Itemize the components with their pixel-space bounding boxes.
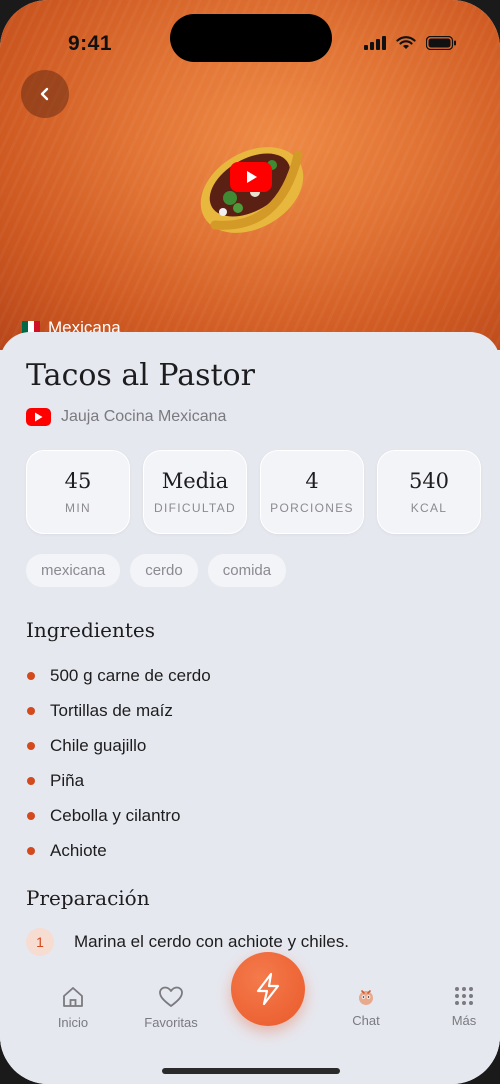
bullet-dot — [27, 811, 35, 820]
stat-value: 45 — [64, 469, 92, 493]
ingredients-list: 500 g carne de cerdo Tortillas de maíz C… — [26, 658, 211, 868]
stat-label: PORCIONES — [270, 501, 354, 515]
bullet-dot — [27, 741, 35, 750]
tag-chip[interactable]: mexicana — [26, 554, 121, 587]
stat-calories: 540 KCAL — [377, 450, 481, 534]
ingredient-item: Chile guajillo — [26, 728, 211, 763]
play-icon — [247, 171, 257, 183]
ingredient-text: 500 g carne de cerdo — [50, 665, 211, 685]
ingredient-item: Piña — [26, 763, 211, 798]
ingredient-text: Chile guajillo — [50, 735, 147, 755]
ingredient-text: Piña — [50, 770, 85, 790]
phone-screen: 9:41 Mexicana Tacos al Pastor Jauja Coci… — [0, 0, 500, 1084]
channel-name: Jauja Cocina Mexicana — [61, 408, 227, 425]
wifi-icon — [396, 36, 416, 49]
back-button[interactable] — [21, 70, 69, 118]
stat-time: 45 MIN — [26, 450, 130, 534]
preparation-heading: Preparación — [26, 886, 150, 910]
ingredients-heading: Ingredientes — [26, 618, 156, 642]
recipe-stats: 45 MIN Media DIFICULTAD 4 PORCIONES 540 … — [26, 450, 481, 534]
tab-label: Favoritas — [144, 1015, 198, 1030]
stat-difficulty: Media DIFICULTAD — [143, 450, 247, 534]
ingredient-item: Tortillas de maíz — [26, 693, 211, 728]
status-time: 9:41 — [68, 32, 113, 55]
heart-icon — [159, 986, 183, 1007]
stat-value: 540 — [408, 469, 450, 493]
stat-label: DIFICULTAD — [154, 501, 236, 515]
tab-favorites[interactable]: Favoritas — [126, 985, 216, 1030]
step-number: 1 — [26, 928, 54, 956]
ingredient-text: Achiote — [50, 840, 107, 860]
grid-icon — [455, 987, 473, 1005]
home-icon — [63, 987, 83, 1007]
recipe-tags: mexicana cerdo comida — [26, 554, 287, 587]
battery-icon — [426, 36, 456, 50]
stat-servings: 4 PORCIONES — [260, 450, 364, 534]
tab-label: Inicio — [57, 1015, 89, 1030]
tab-label: Más — [451, 1013, 477, 1028]
bullet-dot — [27, 776, 35, 785]
chevron-left-icon — [40, 87, 49, 101]
channel-link[interactable]: Jauja Cocina Mexicana — [26, 408, 226, 426]
lightning-icon — [256, 972, 280, 1006]
quick-action-button[interactable] — [231, 952, 305, 1026]
ingredient-item: Cebolla y cilantro — [26, 798, 211, 833]
bullet-dot — [27, 671, 35, 680]
stat-value: Media — [161, 469, 229, 493]
stat-label: MIN — [65, 501, 91, 515]
ingredient-text: Tortillas de maíz — [50, 700, 173, 720]
tab-chat[interactable]: Chat — [321, 985, 411, 1028]
chat-mascot-icon — [359, 990, 373, 1005]
tab-label: Chat — [352, 1013, 380, 1028]
tab-home[interactable]: Inicio — [28, 985, 118, 1030]
ingredient-text: Cebolla y cilantro — [50, 805, 181, 825]
youtube-icon — [26, 408, 51, 426]
tag-chip[interactable]: cerdo — [130, 554, 198, 587]
tab-more[interactable]: Más — [419, 985, 500, 1028]
step-text: Marina el cerdo con achiote y chiles. — [74, 932, 349, 951]
ingredient-item: 500 g carne de cerdo — [26, 658, 211, 693]
tag-chip[interactable]: comida — [207, 554, 287, 587]
youtube-play-button[interactable] — [230, 162, 272, 192]
home-indicator — [162, 1068, 340, 1074]
stat-label: KCAL — [410, 501, 448, 515]
preparation-step: 1 Marina el cerdo con achiote y chiles. — [26, 928, 349, 956]
status-icons — [364, 36, 456, 50]
dynamic-island — [170, 14, 332, 62]
ingredient-item: Achiote — [26, 833, 211, 868]
stat-value: 4 — [305, 469, 319, 493]
status-bar: 9:41 — [0, 14, 500, 62]
bullet-dot — [27, 846, 35, 855]
bullet-dot — [27, 706, 35, 715]
signal-icon — [364, 36, 386, 50]
recipe-title: Tacos al Pastor — [26, 358, 255, 393]
